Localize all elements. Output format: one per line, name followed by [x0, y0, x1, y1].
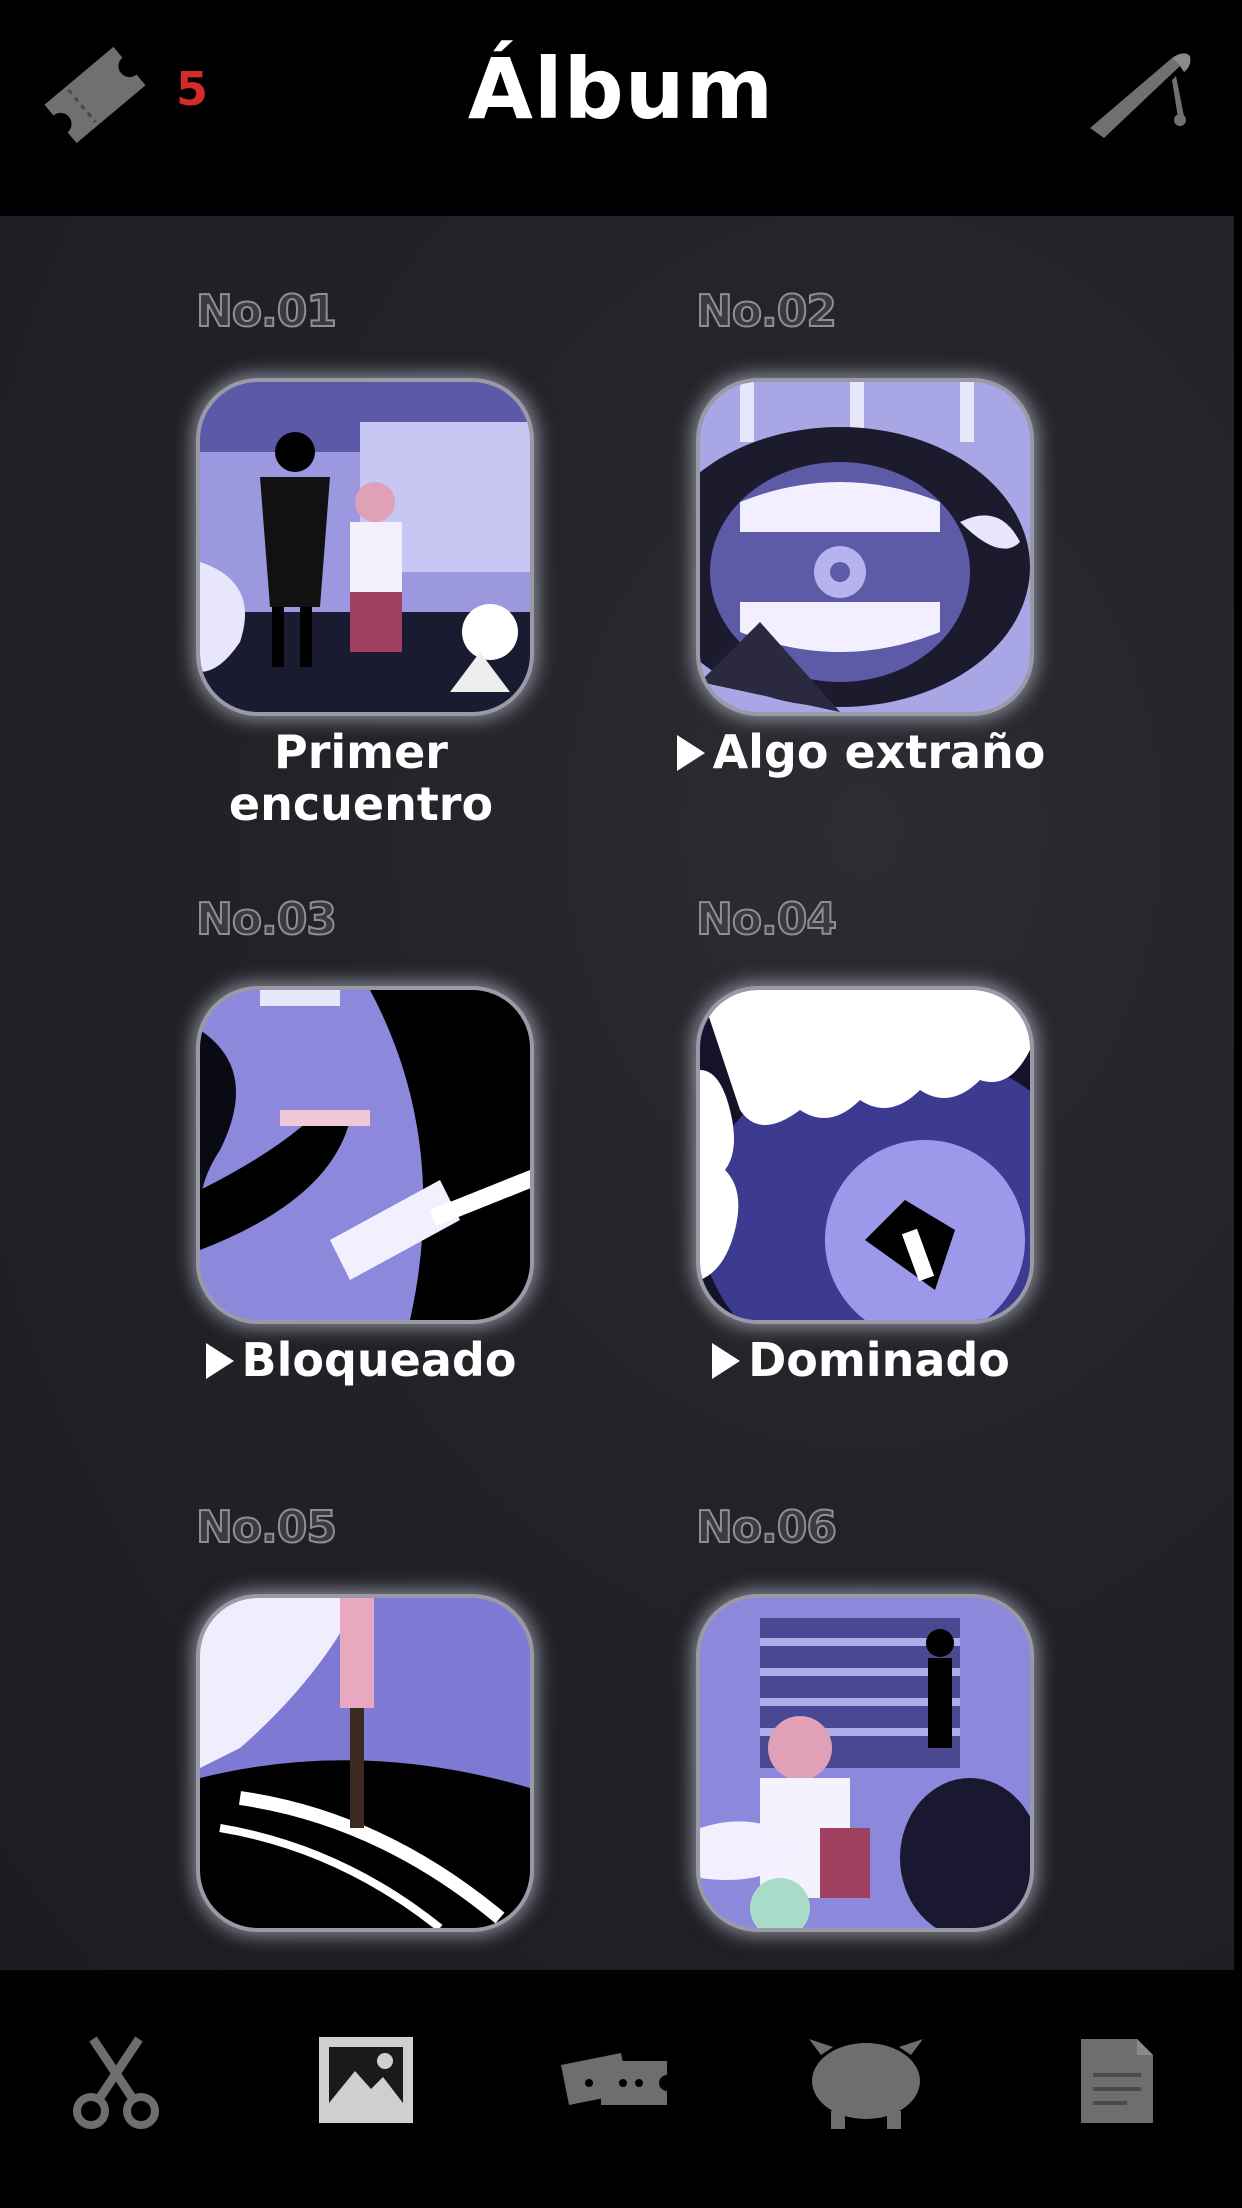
nav-tickets[interactable]: [546, 2020, 686, 2140]
item-number: No.05: [195, 1501, 338, 1554]
nav-scissors[interactable]: [46, 2020, 186, 2140]
header: 5 Álbum: [0, 0, 1242, 216]
thumbnail-image[interactable]: [196, 986, 534, 1324]
letter-opener-icon[interactable]: [1080, 36, 1200, 156]
thumbnail-image[interactable]: [696, 986, 1034, 1324]
item-number: No.01: [195, 285, 338, 338]
tickets-icon: [561, 2053, 667, 2105]
nav-notes[interactable]: [1046, 2020, 1186, 2140]
play-arrow-icon: [676, 735, 705, 771]
thumbnail-image[interactable]: [696, 378, 1034, 716]
nav-album[interactable]: [296, 2020, 436, 2140]
item-label: Primer encuentro: [228, 725, 494, 831]
album-screen: 5 Álbum No.01 Primer encuentro No.02 Alg…: [0, 0, 1242, 2208]
monster-icon: [809, 2039, 923, 2129]
thumbnail-image[interactable]: [196, 1594, 534, 1932]
album-grid: No.01 Primer encuentro No.02 Algo extrañ…: [0, 216, 1234, 1970]
scissors-icon: [73, 2036, 159, 2129]
play-arrow-icon: [712, 1343, 741, 1379]
thumbnail-image[interactable]: [196, 378, 534, 716]
page-title: Álbum: [467, 40, 775, 138]
item-label: Algo extraño: [636, 726, 1086, 778]
item-number: No.02: [695, 285, 838, 338]
thumbnail-image[interactable]: [696, 1594, 1034, 1932]
play-arrow-icon: [205, 1343, 234, 1379]
bottom-nav: [0, 1970, 1242, 2208]
nav-monster[interactable]: [796, 2020, 936, 2140]
item-label: Bloqueado: [136, 1334, 586, 1386]
item-number: No.03: [195, 893, 338, 946]
item-label: Dominado: [636, 1334, 1086, 1386]
item-number: No.04: [695, 893, 838, 946]
item-number: No.06: [695, 1501, 838, 1554]
photo-album-icon: [319, 2037, 413, 2123]
notes-icon: [1081, 2039, 1153, 2123]
right-edge: [1234, 0, 1242, 2208]
